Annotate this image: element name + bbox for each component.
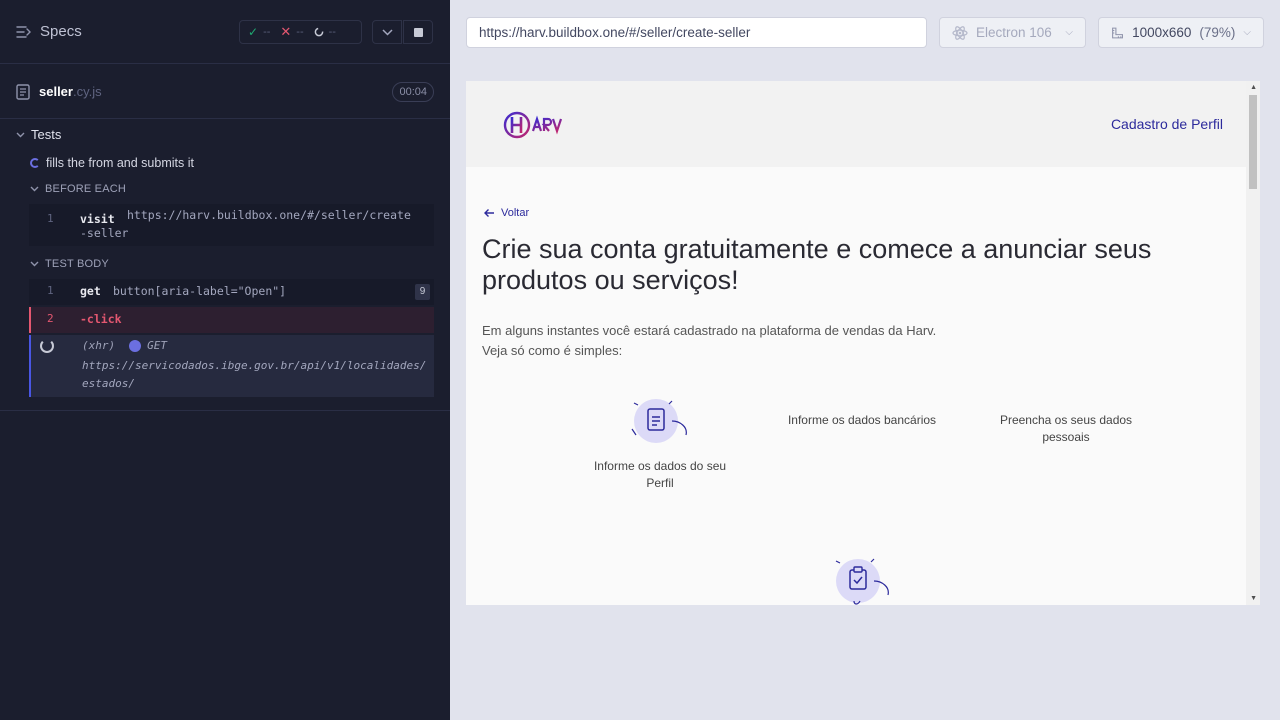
document-icon	[16, 83, 30, 100]
stat-failed: ✕ --	[280, 24, 304, 39]
browser-select[interactable]: Electron 106 ⌵	[939, 17, 1086, 48]
scroll-thumb[interactable]	[1249, 95, 1257, 189]
electron-icon	[952, 25, 968, 40]
chevron-down-icon: ⌵	[1065, 27, 1073, 38]
test-title[interactable]: fills the from and submits it	[30, 156, 194, 170]
ruler-icon	[1112, 27, 1123, 38]
viewport-zoom: (79%)	[1199, 25, 1236, 40]
clipboard-check-icon	[835, 558, 889, 605]
app-scrollbar[interactable]: ▲ ▼	[1246, 81, 1260, 605]
step-profile-label: Informe os dados do seu Perfil	[593, 459, 727, 490]
stop-button[interactable]	[403, 20, 433, 44]
viewport-size: 1000x660	[1132, 25, 1192, 40]
step-bank-label: Informe os dados bancários	[787, 413, 937, 427]
spec-duration: 00:04	[392, 82, 434, 102]
loading-spinner-icon	[40, 339, 54, 353]
scroll-up-icon[interactable]: ▲	[1250, 84, 1257, 91]
xhr-url: https://servicodados.ibge.gov.br/api/v1/…	[82, 359, 427, 390]
intro-text: Em alguns instantes você estará cadastra…	[482, 323, 937, 358]
app-header: Cadastro de Perfil	[466, 81, 1246, 167]
command-click[interactable]: 2 -click	[29, 307, 434, 333]
scroll-down-icon[interactable]: ▼	[1250, 595, 1257, 602]
viewport-info[interactable]: 1000x660 (79%) ⌵	[1098, 17, 1264, 48]
command-xhr[interactable]: (xhr) GET https://servicodados.ibge.gov.…	[29, 335, 434, 397]
browser-name: Electron 106	[976, 25, 1052, 40]
xhr-status-dot	[129, 339, 142, 352]
chevron-down-icon	[381, 28, 393, 36]
step-personal-label: Preencha os seus dados pessoais	[999, 413, 1133, 444]
hook-test-body[interactable]: TEST BODY	[30, 258, 109, 270]
command-get[interactable]: 1 get button[aria-label="Open"] 9	[29, 279, 434, 305]
chevron-down-icon	[30, 186, 39, 192]
chevron-down-icon	[16, 132, 25, 137]
back-link[interactable]: Voltar	[483, 207, 529, 219]
running-icon	[30, 158, 40, 168]
harv-logo-icon[interactable]	[502, 108, 572, 142]
stat-pending: --	[314, 26, 336, 38]
specs-toggle[interactable]: Specs	[16, 23, 82, 40]
visit-url-line2: -seller	[80, 226, 129, 240]
tests-section-toggle[interactable]: Tests	[16, 127, 61, 142]
expand-all-button[interactable]	[372, 20, 402, 44]
test-stats: ✓ -- ✕ -- --	[239, 20, 362, 44]
specs-list-icon	[16, 25, 31, 38]
chevron-down-icon: ⌵	[1243, 27, 1251, 38]
cypress-reporter: Specs ✓ -- ✕ -- -- seller .cy.js 00:04 Test…	[0, 0, 450, 720]
app-under-test: Cadastro de Perfil Voltar Crie sua conta…	[466, 81, 1260, 605]
arrow-left-icon	[484, 209, 494, 217]
x-icon: ✕	[280, 24, 292, 39]
hook-before-each[interactable]: BEFORE EACH	[30, 183, 126, 195]
profile-document-icon	[631, 399, 687, 443]
xhr-type: (xhr)	[82, 339, 116, 352]
stop-icon	[413, 27, 423, 37]
element-count-badge: 9	[415, 284, 430, 300]
spec-file-row[interactable]: seller .cy.js 00:04	[0, 65, 450, 119]
specs-label: Specs	[40, 23, 82, 40]
get-selector: button[aria-label="Open"]	[113, 284, 287, 298]
check-icon: ✓	[248, 25, 259, 39]
url-input[interactable]: https://harv.buildbox.one/#/seller/creat…	[466, 17, 927, 48]
spec-extension: .cy.js	[72, 84, 102, 99]
xhr-method: GET	[147, 339, 167, 352]
pending-icon	[314, 27, 323, 37]
page-title: Crie sua conta gratuitamente e comece a …	[482, 234, 1152, 295]
stat-passed: ✓ --	[248, 25, 271, 39]
visit-url-line1: https://harv.buildbox.one/#/seller/creat…	[127, 208, 411, 222]
divider	[0, 410, 450, 411]
profile-register-link[interactable]: Cadastro de Perfil	[1111, 116, 1223, 132]
command-visit[interactable]: 1 visit https://harv.buildbox.one/#/sell…	[29, 204, 434, 246]
chevron-down-icon	[30, 261, 39, 267]
spec-name: seller	[39, 84, 73, 99]
